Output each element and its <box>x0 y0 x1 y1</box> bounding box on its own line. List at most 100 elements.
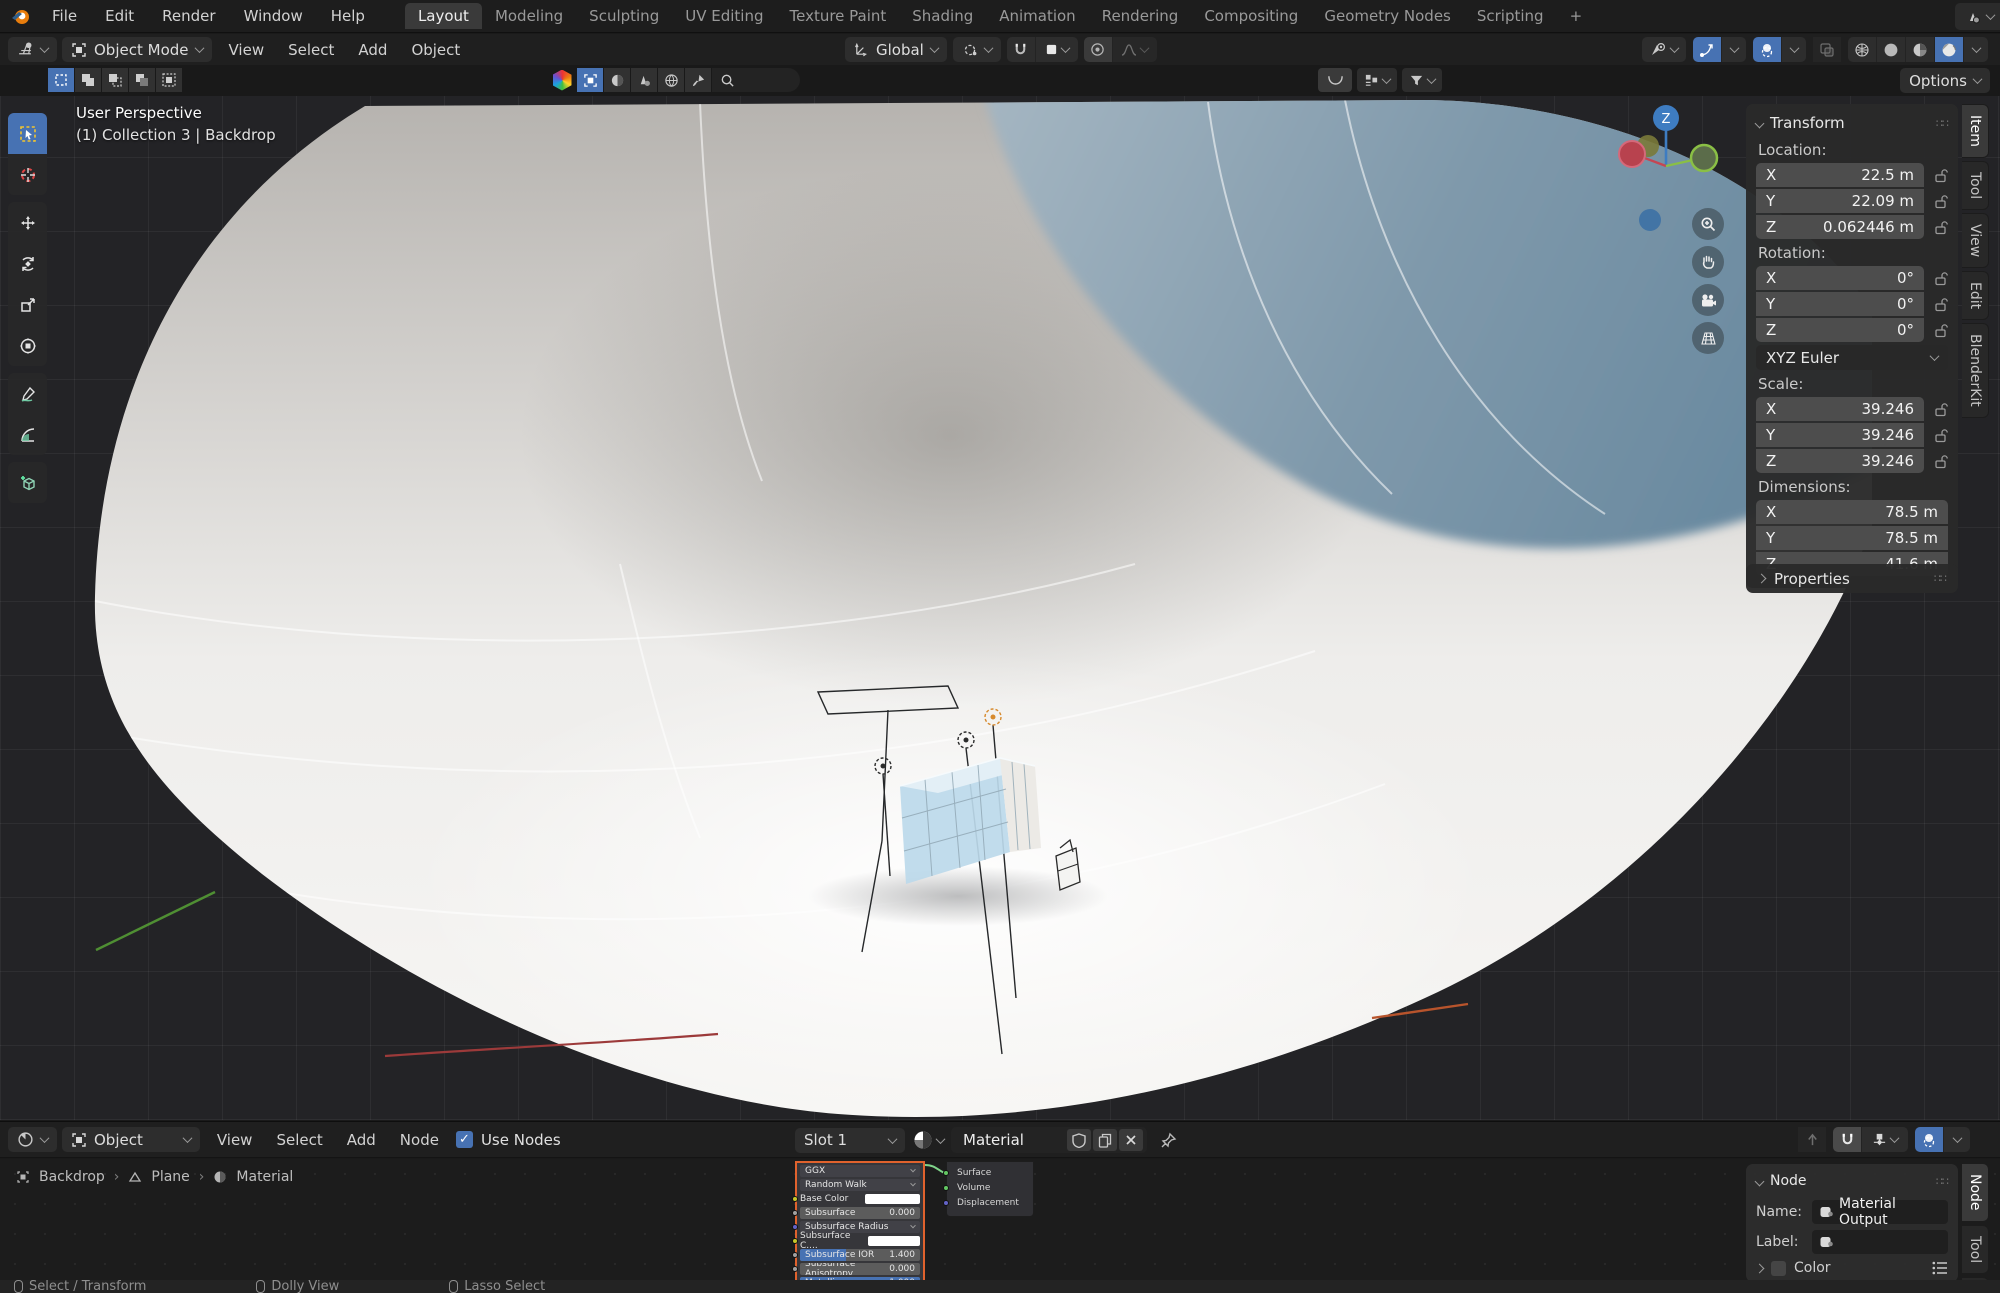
shading-rendered-button[interactable] <box>1935 37 1963 62</box>
rotation-x-field[interactable]: X0° <box>1756 266 1924 290</box>
blenderkit-hdr-filter[interactable] <box>658 68 684 92</box>
viewport-menu-add[interactable]: Add <box>346 41 399 59</box>
sidebar-tab-view[interactable]: View <box>1962 213 1989 268</box>
shader-menu-view[interactable]: View <box>205 1131 265 1149</box>
parent-node-tree-button[interactable] <box>1798 1127 1826 1152</box>
shader-type-selector[interactable]: Object <box>62 1127 200 1152</box>
tool-cursor[interactable] <box>8 154 47 195</box>
tool-select-box[interactable] <box>8 113 47 154</box>
color-swatch[interactable] <box>868 1236 920 1246</box>
panel-grip[interactable]: ∷∷ <box>1936 117 1948 130</box>
node-label-input[interactable] <box>1812 1230 1948 1254</box>
workspace-tab-rendering[interactable]: Rendering <box>1089 3 1192 29</box>
node-socket[interactable] <box>792 1210 798 1216</box>
node-name-input[interactable]: Material Output <box>1812 1200 1948 1224</box>
use-nodes-checkbox[interactable]: ✓ Use Nodes <box>456 1131 561 1149</box>
tool-move[interactable] <box>8 202 47 243</box>
scale-x-field[interactable]: X39.246 <box>1756 397 1924 421</box>
node-socket[interactable] <box>943 1170 949 1176</box>
material-name-field[interactable]: Material <box>951 1127 1147 1153</box>
blenderkit-scene-filter[interactable] <box>631 68 657 92</box>
transform-orientation-selector[interactable]: Global <box>845 37 947 62</box>
node-socket[interactable] <box>792 1224 798 1230</box>
shading-material-button[interactable] <box>1906 37 1934 62</box>
shading-wireframe-button[interactable] <box>1848 37 1876 62</box>
viewport-menu-select[interactable]: Select <box>276 41 346 59</box>
bsdf-input-subsurface-c-[interactable]: Subsurface C.... <box>800 1235 920 1247</box>
workspace-tab-layout[interactable]: Layout <box>405 3 482 29</box>
overlays-toggle[interactable] <box>1753 37 1781 62</box>
menu-help[interactable]: Help <box>317 7 379 25</box>
workspace-tab-shading[interactable]: Shading <box>899 3 986 29</box>
lock-open-icon[interactable] <box>1924 168 1948 183</box>
shading-solid-button[interactable] <box>1877 37 1905 62</box>
editor-type-button[interactable] <box>8 37 57 62</box>
lock-open-icon[interactable] <box>1924 454 1948 469</box>
lock-open-icon[interactable] <box>1924 271 1948 286</box>
blenderkit-assetbar-toggle[interactable] <box>1318 68 1352 92</box>
scale-z-field[interactable]: Z39.246 <box>1756 449 1924 473</box>
scene-selector[interactable]: Sc <box>1955 3 2000 30</box>
workspace-tab-scripting[interactable]: Scripting <box>1464 3 1557 29</box>
node-color-row[interactable]: Color <box>1756 1260 1948 1276</box>
select-mode-subtract[interactable] <box>102 68 128 92</box>
select-mode-set[interactable] <box>48 68 74 92</box>
panel-grip[interactable]: ∷∷ <box>1936 1175 1948 1188</box>
blenderkit-search-input[interactable] <box>712 68 800 92</box>
scale-y-field[interactable]: Y39.246 <box>1756 423 1924 447</box>
node-socket[interactable] <box>792 1196 798 1202</box>
shading-dropdown[interactable] <box>1964 37 1988 62</box>
blenderkit-material-filter[interactable] <box>604 68 630 92</box>
menu-window[interactable]: Window <box>230 7 317 25</box>
blenderkit-brush-filter[interactable] <box>685 68 711 92</box>
material-output-node[interactable]: SurfaceVolumeDisplacement <box>946 1161 1034 1217</box>
editor-type-button[interactable] <box>8 1127 57 1152</box>
output-input-displacement[interactable]: Displacement <box>957 1196 1027 1209</box>
xray-toggle[interactable] <box>1813 37 1841 62</box>
workspace-tab-geometry-nodes[interactable]: Geometry Nodes <box>1311 3 1464 29</box>
node-editor-tab-node[interactable]: Node <box>1962 1163 1989 1222</box>
sidebar-tab-blenderkit[interactable]: BlenderKit <box>1962 323 1989 418</box>
gizmos-toggle[interactable] <box>1693 37 1721 62</box>
show-gizmo-toggle[interactable] <box>1642 37 1686 62</box>
lock-open-icon[interactable] <box>1924 220 1948 235</box>
shader-menu-node[interactable]: Node <box>388 1131 451 1149</box>
rotation-z-field[interactable]: Z0° <box>1756 318 1924 342</box>
bsdf-distribution-dropdown[interactable]: GGX <box>800 1165 920 1177</box>
gizmos-dropdown[interactable] <box>1722 37 1746 62</box>
blenderkit-filter-button[interactable] <box>1402 68 1442 92</box>
location-y-field[interactable]: Y22.09 m <box>1756 189 1924 213</box>
tool-add-cube[interactable] <box>8 462 47 503</box>
select-mode-intersect[interactable] <box>156 68 182 92</box>
proportional-falloff-selector[interactable] <box>1113 37 1157 62</box>
3d-viewport[interactable]: User Perspective (1) Collection 3 | Back… <box>0 96 2000 1120</box>
node-color-swatch[interactable] <box>1771 1261 1786 1276</box>
blenderkit-model-filter[interactable] <box>577 68 603 92</box>
options-button[interactable]: Options <box>1900 68 1990 93</box>
bsdf-input-base-color[interactable]: Base Color <box>800 1193 920 1205</box>
select-mode-extend[interactable] <box>75 68 101 92</box>
workspace-tab-sculpting[interactable]: Sculpting <box>576 3 672 29</box>
blender-logo-icon[interactable] <box>10 5 32 27</box>
mode-selector[interactable]: Object Mode <box>62 37 212 62</box>
rotation-y-field[interactable]: Y0° <box>1756 292 1924 316</box>
location-x-field[interactable]: X22.5 m <box>1756 163 1924 187</box>
bsdf-input-subsurface[interactable]: Subsurface0.000 <box>800 1207 920 1219</box>
workspace-tab-animation[interactable]: Animation <box>986 3 1088 29</box>
node-socket[interactable] <box>792 1266 798 1272</box>
menu-render[interactable]: Render <box>148 7 229 25</box>
new-material-copy-icon[interactable] <box>1093 1129 1117 1151</box>
node-socket[interactable] <box>943 1200 949 1206</box>
shader-menu-select[interactable]: Select <box>264 1131 334 1149</box>
dimensions-x-field[interactable]: X78.5 m <box>1756 500 1948 524</box>
output-input-volume[interactable]: Volume <box>957 1181 1027 1194</box>
properties-panel-collapsed[interactable]: Properties ∷∷ <box>1746 564 1958 593</box>
bsdf-input-subsurface-ior[interactable]: Subsurface IOR1.400 <box>800 1249 920 1261</box>
presets-list-icon[interactable] <box>1932 1261 1948 1275</box>
bsdf-input-subsurface-anisotropy[interactable]: Subsurface Anisotropy0.000 <box>800 1263 920 1275</box>
tool-rotate[interactable] <box>8 243 47 284</box>
proportional-edit-toggle[interactable] <box>1084 37 1112 62</box>
workspace-tab-uv-editing[interactable]: UV Editing <box>672 3 776 29</box>
panel-grip[interactable]: ∷∷ <box>1934 572 1946 585</box>
add-workspace-button[interactable]: + <box>1557 3 1596 29</box>
